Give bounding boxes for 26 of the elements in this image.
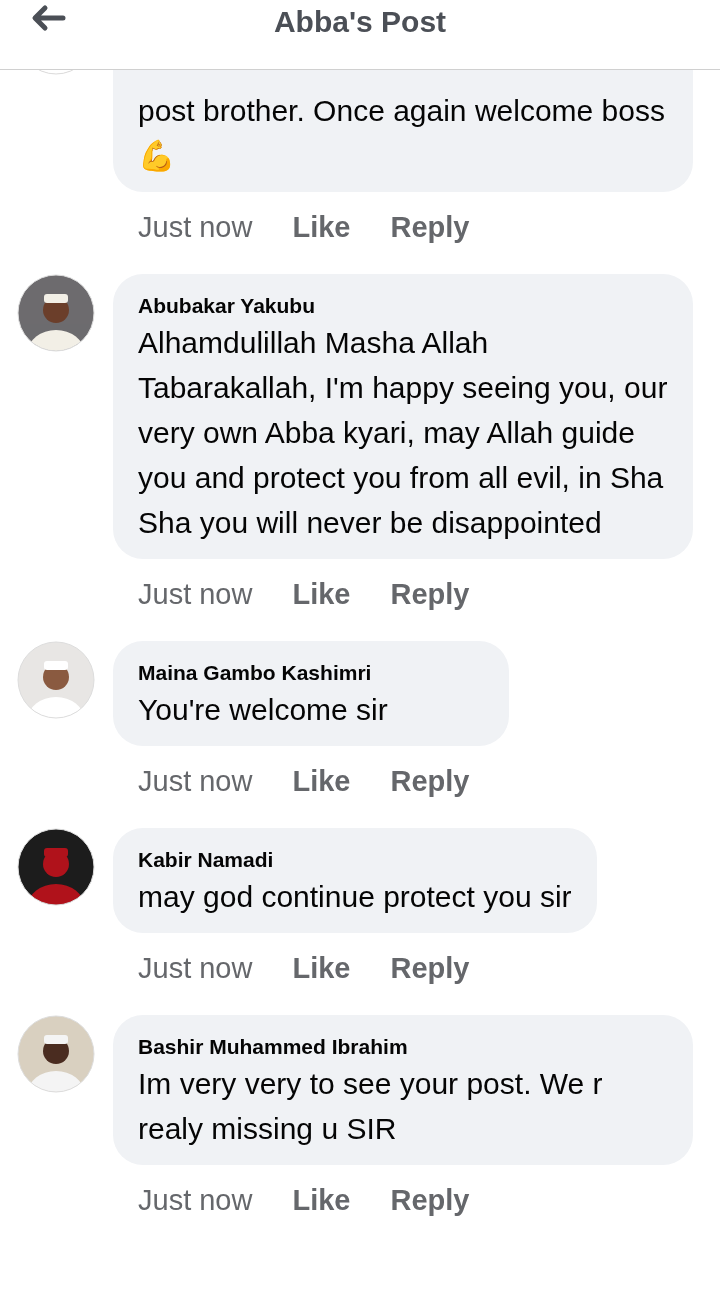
commenter-name[interactable]: Kabir Namadi [138,846,572,874]
like-link[interactable]: Like [292,951,351,985]
commenter-name[interactable]: Bashir Muhammed Ibrahim [138,1033,668,1061]
comment-text: Alhamdulillah Masha Allah Tabarakallah, I'm happy seeing you, our very own Abba kyari, may Allah guide you and protect you from all evil, in Sha Sha you will never be disappointed [138,325,668,541]
comment-time: Just now [138,577,253,611]
comment-text: may god continue protect you sir [138,879,572,915]
comment-time: Just now [138,1183,253,1217]
like-link[interactable]: Like [292,210,351,244]
reply-link[interactable]: Reply [390,951,470,985]
back-icon[interactable] [30,4,66,32]
commenter-name[interactable]: Abubakar Yakubu [138,292,668,320]
comment-time: Just now [138,951,253,985]
comment-time: Just now [138,210,253,244]
comment-text: Im very very to see your post. We r realy missing u SIR [138,1066,604,1147]
commenter-name[interactable]: Maina Gambo Kashimri [138,659,485,687]
like-link[interactable]: Like [292,577,351,611]
reply-link[interactable]: Reply [390,577,470,611]
post-title: Abba's Post [272,4,448,40]
reply-link[interactable]: Reply [390,764,470,798]
comment-time: Just now [138,764,253,798]
comment-text: You're welcome sir [138,692,389,728]
reply-link[interactable]: Reply [390,1183,470,1217]
like-link[interactable]: Like [292,1183,351,1217]
comment-text: post brother. Once again welcome boss 💪 [138,93,666,174]
like-link[interactable]: Like [292,764,351,798]
reply-link[interactable]: Reply [390,210,470,244]
